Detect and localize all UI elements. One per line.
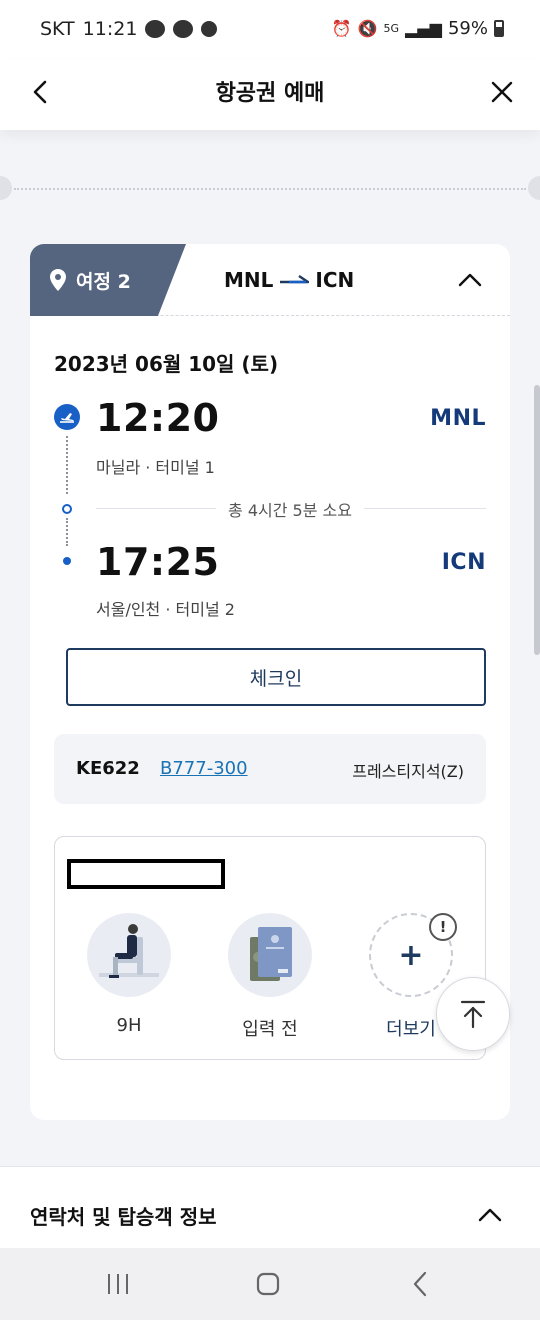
talk-notification-icon [145, 20, 166, 38]
recent-apps-button[interactable] [98, 1266, 138, 1302]
plane-arrow-icon [280, 275, 310, 284]
collapse-itinerary-button[interactable] [456, 266, 484, 294]
system-nav-bar [0, 1248, 540, 1320]
itinerary-tag: 여정 2 [30, 244, 186, 316]
signal-icon: ▂▄▆ [405, 19, 442, 38]
home-button[interactable] [248, 1266, 288, 1302]
checkin-button[interactable]: 체크인 [66, 648, 486, 706]
contact-section-header[interactable]: 연락처 및 탑승객 정보 [0, 1166, 540, 1248]
page-title: 항공권 예매 [215, 81, 325, 106]
mute-icon: 🔇 [357, 19, 378, 38]
cabin-class: 프레스티지석(Z) [352, 762, 464, 781]
close-button[interactable] [484, 74, 520, 110]
system-back-button[interactable] [400, 1266, 440, 1302]
ticket-notch-left [0, 176, 12, 200]
ticket-divider [14, 188, 526, 190]
seat-passenger-icon [87, 913, 171, 997]
battery-icon [494, 20, 504, 37]
departure-time: 12:20 [96, 396, 220, 440]
status-left: SKT 11:21 [40, 18, 218, 40]
flight-number: KE622 [76, 758, 140, 779]
flight-duration: 총 4시간 5분 소요 [216, 501, 364, 520]
close-icon [491, 81, 513, 103]
arrival-place: 서울/인천 · 터미널 2 [96, 600, 235, 619]
passport-icon [228, 913, 312, 997]
itinerary-card: 여정 2 MNL ICN 2023년 06월 10일 (토) 12:20 MNL… [30, 244, 510, 1120]
ticket-notch-right [528, 176, 540, 200]
arrow-to-top-icon [460, 1000, 486, 1029]
home-icon [256, 1272, 280, 1296]
clock: 11:21 [82, 18, 138, 40]
location-pin-icon [50, 269, 66, 291]
person-notification-icon [201, 21, 218, 37]
flight-date: 2023년 06월 10일 (토) [54, 352, 279, 376]
chat-notification-icon [173, 20, 194, 38]
battery-percent: 59% [447, 18, 488, 39]
flight-info-box: KE622 B777-300 프레스티지석(Z) [54, 734, 486, 804]
seat-label: 9H [116, 1015, 142, 1036]
itinerary-tag-label: 여정 2 [76, 270, 131, 293]
route-origin: MNL [224, 268, 274, 292]
redacted-name-box [67, 859, 225, 889]
chevron-up-icon [478, 1208, 502, 1222]
arrival-code: ICN [441, 550, 486, 575]
status-bar: SKT 11:21 ⏰ 🔇 5G ▂▄▆ 59% [0, 0, 540, 60]
departure-place: 마닐라 · 터미널 1 [96, 458, 215, 477]
carrier-label: SKT [40, 18, 75, 40]
itinerary-card-header[interactable]: 여정 2 MNL ICN [30, 244, 510, 316]
seat-service[interactable]: 9H [87, 913, 171, 1036]
services-box: 9H 입력 전 + 더보기 ! [54, 836, 486, 1060]
route-summary: MNL ICN [224, 268, 354, 292]
recent-apps-icon [108, 1274, 128, 1294]
aircraft-link[interactable]: B777-300 [160, 758, 248, 779]
passport-service[interactable]: 입력 전 [228, 913, 312, 1041]
departure-code: MNL [430, 406, 486, 431]
info-alert-icon[interactable]: ! [429, 913, 457, 941]
takeoff-icon [54, 404, 80, 430]
chevron-up-icon [458, 273, 482, 287]
app-header: 항공권 예매 [0, 60, 540, 130]
arrival-time: 17:25 [96, 540, 220, 584]
alarm-icon: ⏰ [331, 19, 352, 38]
timeline-connector-2 [66, 518, 68, 546]
flight-duration-wrap: 총 4시간 5분 소요 [30, 497, 510, 521]
chevron-left-icon [413, 1271, 427, 1297]
network-type: 5G [383, 22, 400, 35]
arrival-dot [63, 557, 71, 565]
timeline-connector [66, 436, 68, 494]
route-destination: ICN [315, 268, 355, 292]
contact-section-title: 연락처 및 탑승객 정보 [30, 1205, 217, 1229]
contact-toggle-button[interactable] [476, 1201, 504, 1229]
scroll-top-button[interactable] [436, 977, 510, 1051]
passport-label: 입력 전 [242, 1019, 298, 1040]
status-right: ⏰ 🔇 5G ▂▄▆ 59% [332, 18, 504, 39]
scrollbar[interactable] [534, 385, 540, 655]
